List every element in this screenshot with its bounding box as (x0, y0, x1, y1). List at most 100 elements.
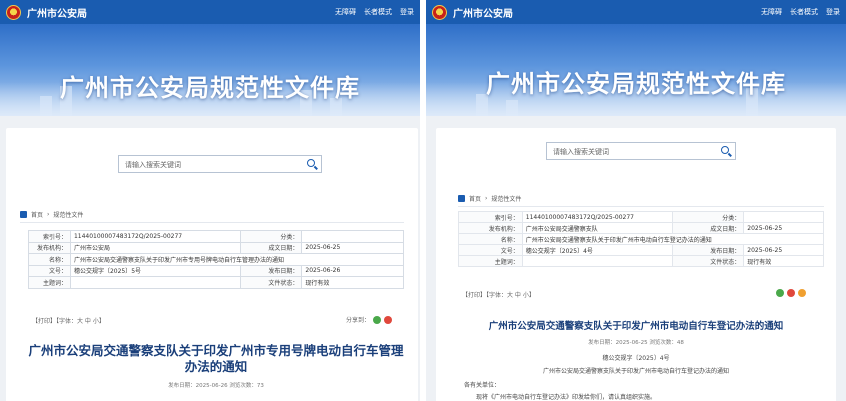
nav-elder-mode[interactable]: 长者模式 (790, 7, 818, 17)
meta-row: 文号： 穗公交规字〔2025〕5号 发布日期： 2025-06-26 (28, 264, 404, 277)
top-nav: 无障碍 长者模式 登录 (335, 7, 414, 17)
meta-value (69, 276, 241, 289)
search-icon[interactable] (307, 159, 315, 167)
police-emblem-icon (6, 4, 21, 20)
page-banner-title: 广州市公安局规范性文件库 (60, 74, 360, 102)
meta-key: 文号： (458, 244, 523, 256)
document-subtitle: 广州市公安局交通警察支队关于印发广州市电动自行车登记办法的通知 (542, 368, 729, 375)
meta-row: 发布机构： 广州市公安局交通警察支队 成文日期： 2025-06-25 (458, 222, 824, 234)
meta-row: 发布机构： 广州市公安局 成文日期： 2025-06-25 (28, 241, 404, 254)
breadcrumb-home[interactable]: 首页 (31, 210, 43, 219)
breadcrumb: 首页 › 规范性文件 (20, 210, 404, 223)
meta-row: 主题词： 文件状态： 现行有效 (458, 255, 824, 267)
print-font-tools[interactable]: 【打印】【字体：大 中 小】 (462, 290, 535, 299)
salutation: 各有关单位： (464, 382, 501, 389)
meta-value: 2025-06-26 (301, 264, 404, 277)
meta-table: 索引号： 11440100007483172Q/2025-00277 分类： 发… (28, 230, 405, 289)
print-font-tools[interactable]: 【打印】【字体：大 中 小】 (32, 316, 105, 325)
document-title: 广州市公安局交通警察支队关于印发广州市专用号牌电动自行车管理办法的通知 (28, 343, 404, 374)
meta-row: 主题词： 文件状态： 现行有效 (28, 276, 404, 289)
wechat-icon[interactable] (373, 315, 382, 324)
banner: 广州市公安局规范性文件库 (0, 24, 420, 116)
police-emblem-icon (432, 4, 447, 20)
site-name[interactable]: 广州市公安局 (27, 5, 87, 20)
share-bar: 分享到： (346, 315, 393, 324)
home-icon (20, 211, 27, 218)
content-card: 请输入搜索关键词 首页 › 规范性文件 索引号： 114401000074831… (436, 128, 836, 401)
meta-value (743, 211, 824, 223)
search-input[interactable]: 请输入搜索关键词 (118, 155, 322, 173)
top-bar: 广州市公安局 无障碍 长者模式 登录 (0, 0, 420, 24)
nav-login[interactable]: 登录 (826, 7, 840, 17)
meta-key: 名称： (28, 253, 71, 266)
home-icon (458, 195, 465, 202)
meta-key: 文件状态： (239, 276, 303, 289)
top-bar: 广州市公安局 无障碍 长者模式 登录 (426, 0, 846, 24)
breadcrumb-current[interactable]: 规范性文件 (491, 194, 521, 203)
meta-key: 文件状态： (671, 255, 745, 267)
meta-key: 发布日期： (671, 244, 745, 256)
right-screenshot: 广州市公安局 无障碍 长者模式 登录 广州市公安局规范性文件库 请输入搜索关键词… (426, 0, 846, 401)
meta-value: 穗公交规字〔2025〕5号 (69, 264, 241, 277)
wechat-icon[interactable] (776, 289, 784, 297)
body-text: 现将《广州市电动自行车登记办法》印发给你们，请认真组织实施。 (476, 394, 657, 401)
meta-value (301, 230, 404, 243)
meta-value: 穗公交规字〔2025〕4号 (521, 244, 673, 256)
meta-row: 名称： 广州市公安局交通警察支队关于印发广州市电动自行车登记办法的通知 (458, 233, 825, 245)
meta-value: 广州市公安局交通警察支队关于印发广州市专用号牌电动自行车管理办法的通知 (69, 253, 405, 266)
breadcrumb-home[interactable]: 首页 (469, 194, 481, 203)
meta-value: 2025-06-25 (301, 241, 404, 254)
meta-key: 发布日期： (239, 264, 303, 277)
meta-value: 广州市公安局交通警察支队关于印发广州市电动自行车登记办法的通知 (521, 233, 825, 245)
nav-login[interactable]: 登录 (400, 7, 414, 17)
meta-value: 现行有效 (743, 255, 824, 267)
nav-elder-mode[interactable]: 长者模式 (364, 7, 392, 17)
breadcrumb: 首页 › 规范性文件 (458, 194, 824, 207)
top-nav: 无障碍 长者模式 登录 (761, 7, 840, 17)
meta-value: 2025-06-25 (743, 222, 824, 234)
banner: 广州市公安局规范性文件库 (426, 24, 846, 116)
weibo-icon[interactable] (384, 315, 393, 324)
publish-info: 发布日期：2025-06-25 浏览次数：48 (588, 340, 684, 346)
meta-row: 文号： 穗公交规字〔2025〕4号 发布日期： 2025-06-25 (458, 244, 824, 256)
meta-key: 发布机构： (28, 241, 71, 254)
breadcrumb-current[interactable]: 规范性文件 (53, 210, 83, 219)
nav-accessibility[interactable]: 无障碍 (335, 7, 356, 17)
share-label: 分享到： (346, 317, 371, 324)
content-card: 请输入搜索关键词 首页 › 规范性文件 索引号： 114401000074831… (6, 128, 418, 401)
qzone-icon[interactable] (798, 289, 806, 297)
publish-info: 发布日期：2025-06-26 浏览次数：73 (168, 383, 264, 389)
meta-value: 11440100007483172Q/2025-00277 (521, 211, 673, 223)
meta-value: 广州市公安局 (69, 241, 241, 254)
meta-row: 名称： 广州市公安局交通警察支队关于印发广州市专用号牌电动自行车管理办法的通知 (28, 253, 405, 266)
search-placeholder: 请输入搜索关键词 (553, 148, 609, 156)
meta-row: 索引号： 11440100007483172Q/2025-00277 分类： (28, 230, 404, 243)
weibo-icon[interactable] (787, 289, 795, 297)
site-name[interactable]: 广州市公安局 (453, 5, 513, 20)
meta-value: 广州市公安局交通警察支队 (521, 222, 673, 234)
meta-key: 文号： (28, 264, 71, 277)
search-placeholder: 请输入搜索关键词 (125, 161, 181, 169)
meta-value (521, 255, 673, 267)
page-banner-title: 广州市公安局规范性文件库 (486, 70, 786, 98)
left-screenshot: 广州市公安局 无障碍 长者模式 登录 广州市公安局规范性文件库 请输入搜索关键词… (0, 0, 420, 401)
meta-key: 成文日期： (239, 241, 303, 254)
meta-key: 分类： (239, 230, 303, 243)
meta-key: 名称： (458, 233, 523, 245)
meta-key: 主题词： (28, 276, 71, 289)
search-icon[interactable] (721, 146, 729, 154)
meta-value: 11440100007483172Q/2025-00277 (69, 230, 241, 243)
document-title: 广州市公安局交通警察支队关于印发广州市电动自行车登记办法的通知 (488, 321, 784, 332)
share-bar (776, 289, 806, 297)
meta-key: 主题词： (458, 255, 523, 267)
search-input[interactable]: 请输入搜索关键词 (546, 142, 736, 160)
meta-key: 分类： (671, 211, 745, 223)
meta-value: 2025-06-25 (743, 244, 824, 256)
nav-accessibility[interactable]: 无障碍 (761, 7, 782, 17)
document-number: 穗公交规字〔2025〕4号 (602, 355, 670, 362)
meta-key: 索引号： (28, 230, 71, 243)
meta-key: 索引号： (458, 211, 523, 223)
meta-key: 成文日期： (671, 222, 745, 234)
meta-key: 发布机构： (458, 222, 523, 234)
meta-row: 索引号： 11440100007483172Q/2025-00277 分类： (458, 211, 824, 223)
